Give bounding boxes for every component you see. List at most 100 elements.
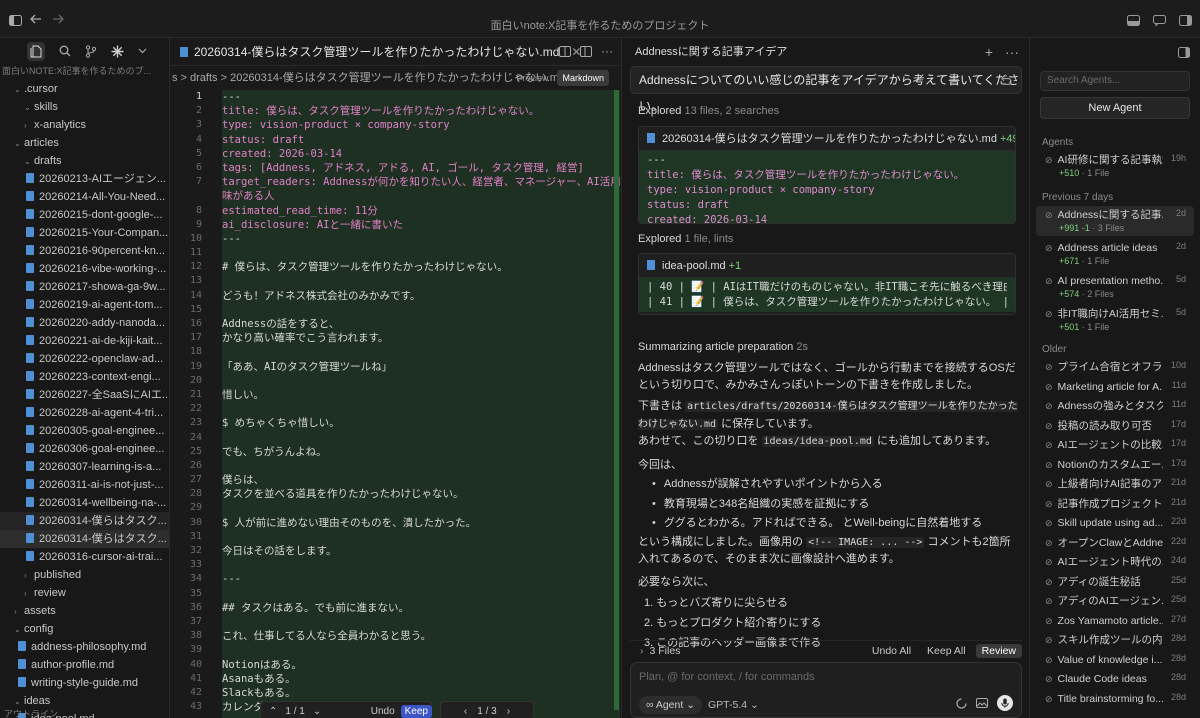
file-item[interactable]: 20260216-vibe-working-... bbox=[0, 260, 169, 278]
code-line[interactable]: 惜しい。 bbox=[222, 388, 620, 402]
code-line[interactable]: # 僕らは、タスク管理ツールを作りたかったわけじゃない。 bbox=[222, 260, 620, 274]
file-item[interactable]: 20260213-AIエージェン... bbox=[0, 170, 169, 188]
code-line[interactable]: Slackもある。 bbox=[222, 686, 620, 700]
agent-conversation-item[interactable]: アディのAIエージェン... 25d bbox=[1036, 592, 1194, 610]
undo-all-button[interactable]: Undo All bbox=[866, 644, 917, 658]
folder-item[interactable]: ⌄ articles bbox=[0, 134, 169, 152]
code-line[interactable] bbox=[222, 274, 620, 288]
code-line[interactable]: status: draft bbox=[222, 133, 620, 147]
file-item[interactable]: 20260220-addy-nanoda... bbox=[0, 314, 169, 332]
agent-conversation-item[interactable]: Zos Yamamoto article... 27d bbox=[1036, 612, 1194, 630]
code-line[interactable] bbox=[222, 530, 620, 544]
code-line[interactable]: Asanaもある。 bbox=[222, 672, 620, 686]
file-item[interactable]: 20260314-wellbeing-na-... bbox=[0, 494, 169, 512]
split-editor-icon[interactable] bbox=[580, 46, 592, 57]
file-item[interactable]: 20260227-全SaaSにAIエ... bbox=[0, 386, 169, 404]
panel-right-icon[interactable] bbox=[1179, 15, 1192, 26]
file-path[interactable]: ideas/idea-pool.md bbox=[761, 436, 874, 447]
agent-conversation-item[interactable]: アディの誕生秘話 25d bbox=[1036, 573, 1194, 591]
panel-bottom-icon[interactable] bbox=[1127, 15, 1140, 26]
chevron-right-icon[interactable]: › bbox=[507, 706, 510, 717]
code-line[interactable]: Notionはある。 bbox=[222, 658, 620, 672]
file-path[interactable]: articles/drafts/20260314-僕らはタスク管理ツールを作りた… bbox=[638, 401, 1018, 430]
file-item[interactable]: writing-style-guide.md bbox=[0, 674, 169, 692]
composer-input[interactable]: Plan, @ for context, / for commands bbox=[639, 671, 815, 683]
file-item[interactable]: 20260219-ai-agent-tom... bbox=[0, 296, 169, 314]
code-line[interactable] bbox=[222, 558, 620, 572]
agent-conversation-item[interactable]: Adnessの強みとタスク... 11d bbox=[1036, 397, 1194, 415]
file-item[interactable]: 20260215-dont-google-... bbox=[0, 206, 169, 224]
code-editor[interactable]: 1 2 3 4 5 6 7 8 9 10 11 12 13 14 15 16 17 18 19 20 21 22 23 24 2… bbox=[170, 90, 622, 718]
folder-item[interactable]: › x-analytics bbox=[0, 116, 169, 134]
new-agent-button[interactable]: New Agent bbox=[1040, 97, 1190, 119]
code-line[interactable]: --- bbox=[222, 90, 620, 104]
plus-icon[interactable]: + bbox=[985, 38, 993, 66]
code-line[interactable]: tags: [Addness, アドネス, アドる, AI, ゴール, タスク管… bbox=[222, 161, 620, 175]
agent-conversation-item[interactable]: 記事作成プロジェクト... 21d bbox=[1036, 495, 1194, 513]
file-item[interactable]: 20260216-90percent-kn... bbox=[0, 242, 169, 260]
changed-files-count[interactable]: 3 Files bbox=[650, 645, 681, 657]
chevron-down-icon[interactable]: ⌄ bbox=[313, 706, 321, 717]
file-item[interactable]: 20260215-Your-Compan... bbox=[0, 224, 169, 242]
code-line[interactable] bbox=[222, 402, 620, 416]
code-line[interactable]: タスクを並べる道具を作りたかったわけじゃない。 bbox=[222, 487, 620, 501]
image-icon[interactable] bbox=[976, 698, 988, 708]
code-line[interactable]: --- bbox=[222, 232, 620, 246]
agent-conversation-item[interactable]: Addnessに関する記事... 2d +991 -1 · 3 Files bbox=[1036, 206, 1194, 236]
files-icon[interactable] bbox=[27, 41, 45, 61]
code-line[interactable] bbox=[222, 459, 620, 473]
explored-summary-1[interactable]: Explored 13 files, 2 searches bbox=[638, 105, 779, 117]
folder-item[interactable]: ⌄ .cursor bbox=[0, 80, 169, 98]
code-line[interactable]: --- bbox=[222, 572, 620, 586]
file-item[interactable]: author-profile.md bbox=[0, 656, 169, 674]
code-line[interactable]: でも、ちがうんよね。 bbox=[222, 445, 620, 459]
agent-conversation-item[interactable]: Skill update using ad... 22d bbox=[1036, 514, 1194, 532]
model-selector[interactable]: GPT-5.4 ⌄ bbox=[708, 696, 759, 714]
file-item[interactable]: 20260228-ai-agent-4-tri... bbox=[0, 404, 169, 422]
outline-section-header[interactable]: アウトライン bbox=[4, 707, 58, 718]
markdown-mode-button[interactable]: Markdown bbox=[557, 70, 609, 86]
code-line[interactable]: 僕らは、 bbox=[222, 473, 620, 487]
code-line[interactable]: 今日はその話をします。 bbox=[222, 544, 620, 558]
agent-conversation-item[interactable]: Claude Code ideas 28d bbox=[1036, 670, 1194, 688]
agent-conversation-item[interactable]: プライム合宿とオフラ... 10d bbox=[1036, 358, 1194, 376]
folder-item[interactable]: › published bbox=[0, 566, 169, 584]
chat-icon[interactable] bbox=[1153, 15, 1166, 26]
diff-card-idea-pool[interactable]: idea-pool.md +1 | 40 | 📝 | AIはIT職だけのものじゃな… bbox=[638, 253, 1016, 315]
file-item[interactable]: 20260223-context-engi... bbox=[0, 368, 169, 386]
file-item[interactable]: 20260221-ai-de-kiji-kait... bbox=[0, 332, 169, 350]
file-item[interactable]: 20260314-僕らはタスク... bbox=[0, 512, 169, 530]
more-icon[interactable]: ··· bbox=[601, 45, 613, 57]
code-line[interactable]: target_readers: Addnessが何かを知りたい人、経営者、マネー… bbox=[222, 175, 620, 189]
code-line[interactable] bbox=[222, 615, 620, 629]
agent-conversation-item[interactable]: AIエージェント時代の... 24d bbox=[1036, 553, 1194, 571]
diff-card-header[interactable]: 20260314-僕らはタスク管理ツールを作りたかったわけじゃない.md+495 bbox=[639, 127, 1015, 151]
code-line[interactable]: Addnessの話をすると、 bbox=[222, 317, 620, 331]
agent-conversation-item[interactable]: オープンClawとAddne... 22d bbox=[1036, 534, 1194, 552]
chat-composer[interactable]: Plan, @ for context, / for commands ∞ Ag… bbox=[630, 662, 1022, 718]
diff-card-draft[interactable]: 20260314-僕らはタスク管理ツールを作りたかったわけじゃない.md+495… bbox=[638, 126, 1016, 224]
agent-conversation-item[interactable]: 上級者向けAI記事のア... 21d bbox=[1036, 475, 1194, 493]
folder-item[interactable]: ⌄ drafts bbox=[0, 152, 169, 170]
agent-conversation-item[interactable]: AI presentation metho... 5d +574 · 2 Files bbox=[1036, 272, 1194, 302]
code-line[interactable] bbox=[222, 643, 620, 657]
agent-conversation-item[interactable]: AIエージェントの比較... 17d bbox=[1036, 436, 1194, 454]
folder-item[interactable]: › review bbox=[0, 584, 169, 602]
code-line[interactable]: どうも！アドネス株式会社のみかみです。 bbox=[222, 289, 620, 303]
explored-summary-2[interactable]: Explored 1 file, lints bbox=[638, 233, 733, 245]
split-preview-icon[interactable] bbox=[559, 46, 571, 57]
search-agents-input[interactable]: Search Agents... bbox=[1040, 71, 1190, 91]
chevron-right-icon[interactable]: › bbox=[640, 645, 644, 657]
more-icon[interactable]: ··· bbox=[1005, 38, 1019, 66]
review-button[interactable]: Review bbox=[975, 643, 1022, 658]
code-line[interactable] bbox=[222, 587, 620, 601]
panel-right-icon[interactable] bbox=[1178, 47, 1190, 58]
editor-tab-active[interactable]: 20260314-僕らはタスク管理ツールを作りたかったわけじゃない.md ✕ bbox=[180, 38, 581, 66]
diff-card-header[interactable]: idea-pool.md +1 bbox=[639, 254, 1015, 278]
code-line[interactable]: ai_disclosure: AIと一緒に書いた bbox=[222, 218, 620, 232]
agent-conversation-item[interactable]: Notionのカスタムエー... 17d bbox=[1036, 456, 1194, 474]
code-line[interactable] bbox=[222, 345, 620, 359]
file-item[interactable]: 20260214-All-You-Need... bbox=[0, 188, 169, 206]
keep-all-button[interactable]: Keep All bbox=[921, 644, 972, 658]
file-item[interactable]: 20260306-goal-enginee... bbox=[0, 440, 169, 458]
